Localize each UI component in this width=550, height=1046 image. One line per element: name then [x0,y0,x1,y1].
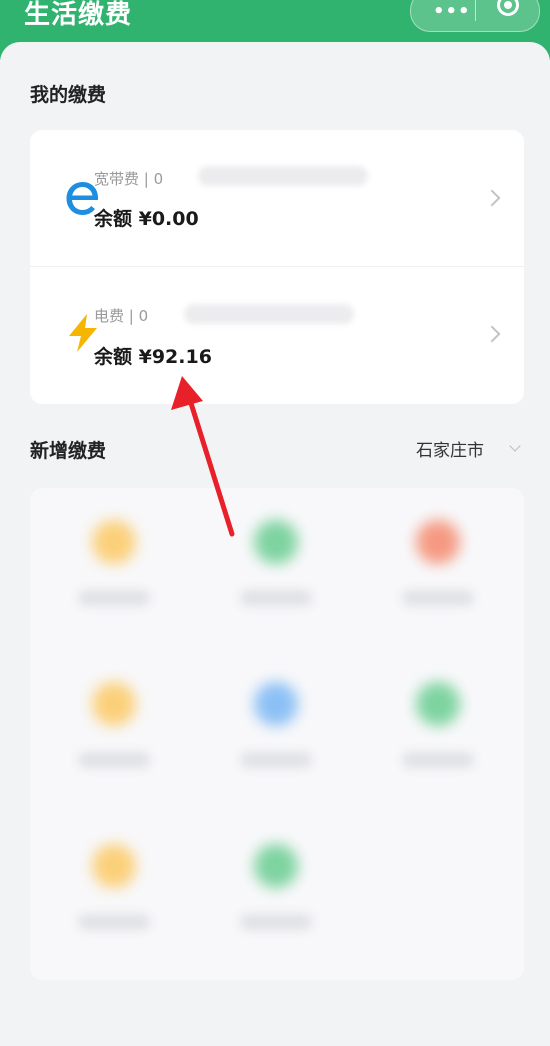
miniprogram-capsule[interactable]: ••• [410,0,540,32]
grid-item[interactable] [364,660,514,790]
service-label-blurred [240,752,312,768]
grid-item[interactable] [40,822,190,952]
masked-account-number [184,304,354,324]
electricity-balance: 余额 ¥92.16 [94,346,212,368]
service-icon [254,682,298,726]
service-icon [92,844,136,888]
grid-item[interactable] [202,660,352,790]
service-icon [254,844,298,888]
service-label-blurred [78,590,150,606]
service-icon [416,520,460,564]
page-title: 生活缴费 [24,0,133,30]
payment-card-electricity[interactable] [30,267,524,404]
service-icon [416,682,460,726]
capsule-divider [475,0,476,21]
my-payments-title: 我的缴费 [30,84,107,106]
masked-account-number [198,166,368,186]
service-icon [92,520,136,564]
service-label-blurred [402,752,474,768]
grid-item[interactable] [40,498,190,628]
broadband-account-label: 宽带费 | 0 [94,170,164,188]
red-annotation-arrow [171,376,235,537]
electricity-account-label: 电费 | 0 [94,307,149,325]
city-selector[interactable]: 石家庄市 [416,436,484,461]
service-label-blurred [78,752,150,768]
more-menu-icon[interactable]: ••• [433,1,471,22]
arrow-head [171,376,203,410]
new-payment-grid [30,488,524,980]
arrow-shaft [187,397,235,537]
grid-item[interactable] [364,498,514,628]
service-label-blurred [240,914,312,930]
service-label-blurred [240,590,312,606]
new-payment-title: 新增缴费 [30,440,107,462]
service-icon [254,520,298,564]
payment-card-broadband[interactable] [30,130,524,266]
broadband-balance: 余额 ¥0.00 [94,208,199,230]
close-target-icon[interactable] [497,0,519,16]
grid-item[interactable] [202,822,352,952]
service-icon [92,682,136,726]
service-label-blurred [78,914,150,930]
grid-item[interactable] [40,660,190,790]
service-label-blurred [402,590,474,606]
